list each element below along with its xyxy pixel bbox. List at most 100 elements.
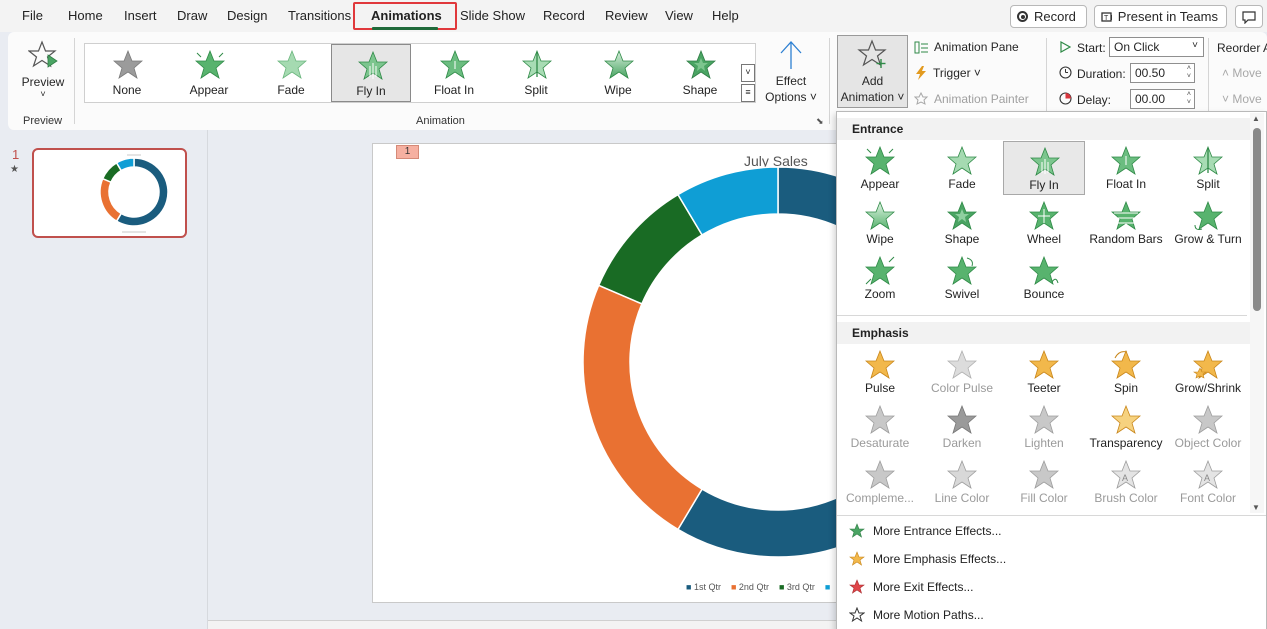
move-later-button[interactable]: ˅ Move (1222, 92, 1262, 106)
tab-insert[interactable]: Insert (124, 8, 157, 23)
emphasis-font-color[interactable]: A Font Color (1167, 455, 1249, 509)
lighten-star-icon (1029, 405, 1059, 434)
trigger-button[interactable]: Trigger ˅ (914, 66, 981, 80)
tab-draw[interactable]: Draw (177, 8, 207, 23)
comment-icon (1242, 10, 1256, 24)
tab-home[interactable]: Home (68, 8, 103, 23)
entrance-grow-turn[interactable]: Grow & Turn (1167, 196, 1249, 250)
tab-transitions[interactable]: Transitions (288, 8, 351, 23)
bounce-star-icon (1029, 256, 1059, 285)
more-motion-label: More Motion Paths... (873, 608, 984, 622)
gallery-none-label: None (112, 83, 142, 97)
entrance-wipe[interactable]: Wipe (839, 196, 921, 250)
effect-label: Bounce (1023, 287, 1065, 301)
entrance-random-bars[interactable]: Random Bars (1085, 196, 1167, 250)
slide-thumbnail[interactable] (32, 148, 187, 238)
more-emphasis-effects[interactable]: More Emphasis Effects... (849, 551, 1006, 567)
gallery-scroll-down[interactable]: ˅ (741, 64, 755, 82)
gallery-fly-in[interactable]: Fly In (331, 44, 411, 102)
present-in-teams-button[interactable]: T Present in Teams (1094, 5, 1227, 28)
tab-review[interactable]: Review (605, 8, 648, 23)
emphasis-brush-color[interactable]: A Brush Color (1085, 455, 1167, 509)
gallery-split[interactable]: Split (496, 44, 576, 102)
entrance-fade[interactable]: Fade (921, 141, 1003, 195)
more-exit-effects[interactable]: More Exit Effects... (849, 579, 973, 595)
comments-button[interactable] (1235, 5, 1263, 28)
legend-label: 2nd Qtr (738, 582, 769, 592)
preview-label: Preview (21, 75, 65, 89)
scrollbar-thumb[interactable] (1253, 128, 1261, 311)
tab-design[interactable]: Design (227, 8, 267, 23)
emphasis-fill-color[interactable]: Fill Color (1003, 455, 1085, 509)
animation-pane-button[interactable]: Animation Pane (914, 40, 1019, 54)
emphasis-pulse[interactable]: Pulse (839, 345, 921, 399)
emphasis-line-color[interactable]: Line Color (921, 455, 1003, 509)
spinner-icon[interactable]: ˄ ˅ (1187, 91, 1191, 107)
notes-bar (208, 620, 838, 629)
entrance-fly-in[interactable]: Fly In (1003, 141, 1085, 195)
preview-button[interactable]: Preview ˅ (20, 38, 66, 102)
scroll-up-icon[interactable]: ▲ (1252, 114, 1260, 123)
emphasis-desaturate[interactable]: Desaturate (839, 400, 921, 454)
tab-file[interactable]: File (22, 8, 43, 23)
tab-record[interactable]: Record (543, 8, 585, 23)
slide-canvas[interactable]: July Sales ■ 1st Qtr ■ 2nd Qtr ■ 3rd Qtr… (372, 143, 842, 603)
gallery-fade[interactable]: Fade (251, 44, 331, 102)
spin-star-icon (1111, 350, 1141, 379)
ribbon-divider (829, 38, 830, 124)
add-animation-button[interactable]: Add Animation ˅ (837, 35, 908, 108)
brush-color-star-icon: A (1111, 460, 1141, 489)
scroll-down-icon[interactable]: ▼ (1252, 503, 1260, 512)
entrance-appear[interactable]: Appear (839, 141, 921, 195)
record-button[interactable]: Record (1010, 5, 1087, 28)
entrance-float-in[interactable]: Float In (1085, 141, 1167, 195)
tab-help[interactable]: Help (712, 8, 739, 23)
emphasis-transparency[interactable]: Transparency (1085, 400, 1167, 454)
thumb-donut-slice-2 (99, 177, 123, 223)
gallery-wipe[interactable]: Wipe (578, 44, 658, 102)
emphasis-compleme[interactable]: Compleme... (839, 455, 921, 509)
gallery-none[interactable]: None (87, 44, 167, 102)
emphasis-object-color[interactable]: Object Color (1167, 400, 1249, 454)
move-earlier-button[interactable]: ˄ Move (1222, 66, 1262, 80)
animation-order-tag[interactable]: 1 (396, 145, 419, 159)
emphasis-darken[interactable]: Darken (921, 400, 1003, 454)
gallery-appear[interactable]: Appear (169, 44, 249, 102)
entrance-swivel[interactable]: Swivel (921, 251, 1003, 305)
start-dropdown[interactable]: On Click ˅ (1109, 37, 1204, 57)
emphasis-lighten[interactable]: Lighten (1003, 400, 1085, 454)
gallery-shape[interactable]: Shape (660, 44, 740, 102)
animation-painter-button[interactable]: Animation Painter (914, 92, 1029, 106)
delay-input[interactable]: 00.00 ˄ ˅ (1130, 89, 1195, 109)
dialog-launcher-icon[interactable]: ⬊ (816, 116, 824, 127)
effect-label: Teeter (1027, 381, 1061, 395)
delay-icon (1059, 92, 1072, 105)
entrance-split[interactable]: Split (1167, 141, 1249, 195)
duration-value: 00.50 (1135, 66, 1166, 80)
entrance-shape[interactable]: Shape (921, 196, 1003, 250)
delay-value: 00.00 (1135, 92, 1166, 106)
color-pulse-star-icon (947, 350, 977, 379)
duration-input[interactable]: 00.50 ˄ ˅ (1130, 63, 1195, 83)
spinner-icon[interactable]: ˄ ˅ (1187, 65, 1191, 81)
gallery-float-in[interactable]: Float In (414, 44, 494, 102)
compleme-star-icon (865, 460, 895, 489)
entrance-bounce[interactable]: Bounce (1003, 251, 1085, 305)
desaturate-star-icon (865, 405, 895, 434)
donut-chart[interactable] (373, 144, 842, 603)
entrance-wheel[interactable]: Wheel (1003, 196, 1085, 250)
lightning-icon (916, 66, 926, 80)
more-entrance-effects[interactable]: More Entrance Effects... (849, 523, 1002, 539)
emphasis-color-pulse[interactable]: Color Pulse (921, 345, 1003, 399)
entrance-zoom[interactable]: Zoom (839, 251, 921, 305)
tab-view[interactable]: View (665, 8, 693, 23)
effect-options-button[interactable]: Effect Options ˅ (762, 38, 820, 106)
emphasis-spin[interactable]: Spin (1085, 345, 1167, 399)
move-earlier-label: Move (1232, 66, 1262, 80)
gallery-more-button[interactable]: ≡ (741, 84, 755, 102)
emphasis-grow-shrink[interactable]: Grow/Shrink (1167, 345, 1249, 399)
effect-label: Transparency (1089, 436, 1163, 450)
tab-slide-show[interactable]: Slide Show (460, 8, 525, 23)
emphasis-teeter[interactable]: Teeter (1003, 345, 1085, 399)
more-motion-paths[interactable]: More Motion Paths... (849, 607, 984, 623)
